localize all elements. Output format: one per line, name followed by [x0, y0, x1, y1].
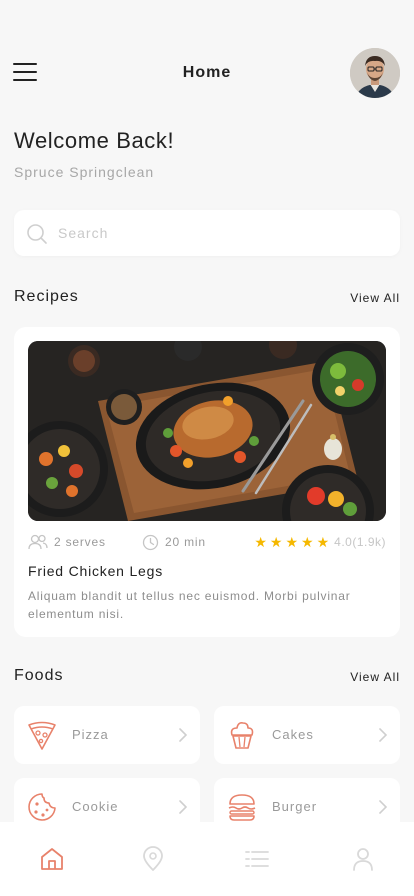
food-card-pizza[interactable]: Pizza — [14, 706, 200, 764]
cupcake-icon — [230, 722, 254, 749]
recipes-heading: Recipes — [14, 288, 79, 305]
recipes-view-all-link[interactable]: View All — [350, 291, 400, 305]
foods-heading: Foods — [14, 667, 64, 684]
bottom-tab-bar — [0, 822, 414, 896]
food-label: Pizza — [72, 727, 109, 742]
app-header: Home — [0, 46, 414, 100]
tab-home[interactable] — [39, 846, 65, 872]
chevron-right-icon — [379, 800, 388, 814]
food-label: Cakes — [272, 727, 314, 742]
user-avatar[interactable] — [350, 48, 400, 98]
chevron-right-icon — [179, 800, 188, 814]
tab-profile[interactable] — [350, 846, 376, 872]
welcome-heading: Welcome Back! — [14, 128, 175, 153]
time-text: 20 min — [165, 535, 206, 549]
serves-info: 2 serves — [28, 533, 106, 551]
food-card-cakes[interactable]: Cakes — [214, 706, 400, 764]
tab-location[interactable] — [140, 846, 166, 872]
star-icon: ★ — [254, 534, 267, 550]
star-icon: ★ — [269, 534, 283, 550]
food-label: Burger — [272, 799, 318, 814]
pizza-icon — [28, 721, 56, 750]
profile-icon — [353, 848, 373, 871]
time-info: 20 min — [142, 533, 206, 551]
user-name: Spruce Springclean — [14, 164, 155, 180]
home-icon — [41, 848, 63, 870]
rating: ★ ★ ★ ★ ★ 4.0(1.9k) — [254, 533, 386, 551]
foods-view-all-link[interactable]: View All — [350, 670, 400, 684]
search-icon — [27, 224, 47, 244]
star-icon: ★ — [285, 534, 299, 550]
list-icon — [245, 851, 269, 867]
recipe-description: Aliquam blandit ut tellus nec euismod. M… — [28, 589, 351, 621]
recipe-title: Fried Chicken Legs — [28, 563, 164, 579]
tab-list[interactable] — [244, 846, 270, 872]
recipe-image — [28, 341, 386, 521]
cookie-icon — [28, 793, 56, 821]
chevron-right-icon — [179, 728, 188, 742]
clock-icon — [142, 534, 159, 550]
chevron-right-icon — [379, 728, 388, 742]
search-bar[interactable] — [14, 210, 400, 256]
food-label: Cookie — [72, 799, 119, 814]
burger-icon — [228, 794, 256, 821]
star-icon: ★ — [316, 534, 330, 550]
users-icon — [28, 534, 48, 550]
star-icon: ★ — [301, 534, 314, 550]
search-input[interactable] — [58, 222, 378, 244]
map-pin-icon — [143, 846, 163, 871]
avatar-photo — [350, 48, 400, 98]
serves-text: 2 serves — [54, 535, 106, 549]
recipe-card[interactable]: 2 serves 20 min ★ ★ ★ ★ ★ 4.0(1.9k) Frie… — [14, 327, 400, 637]
rating-text: 4.0(1.9k) — [334, 535, 386, 549]
